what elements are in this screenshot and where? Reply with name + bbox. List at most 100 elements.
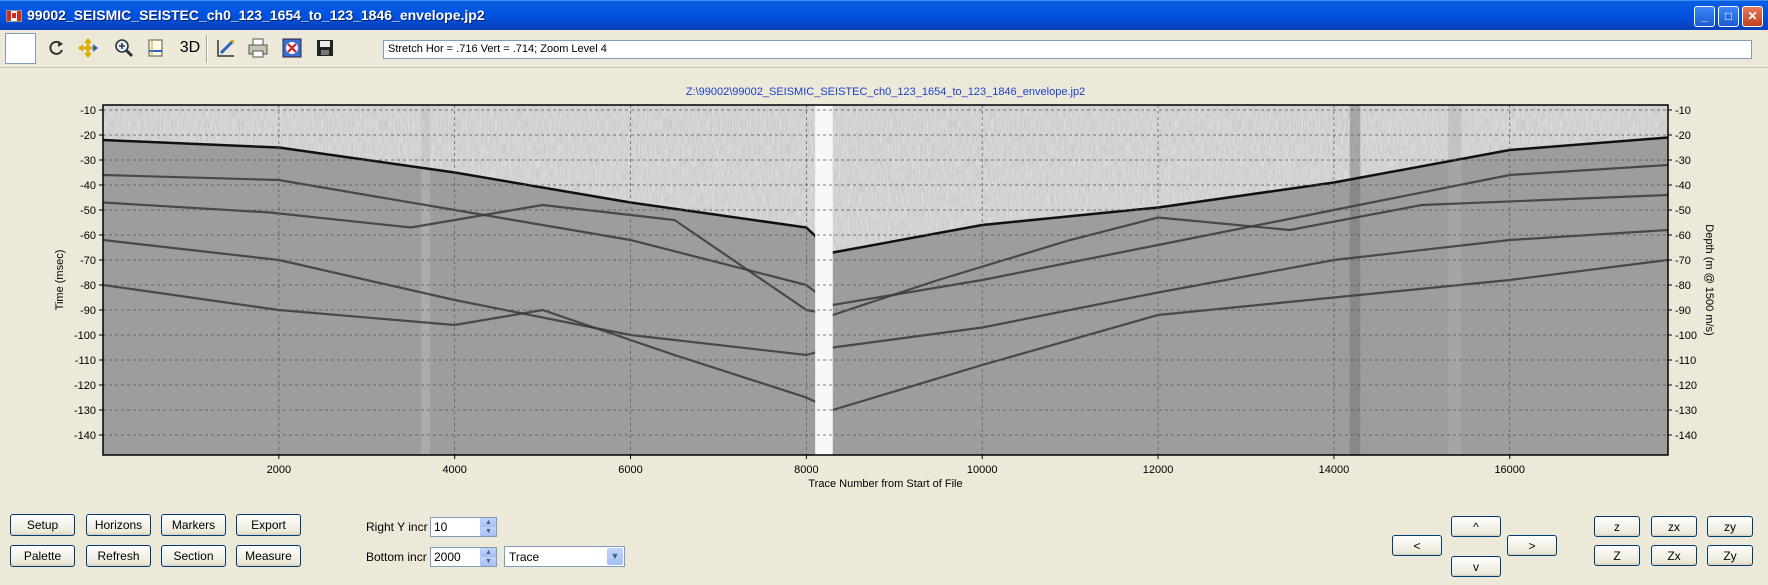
- stepper-down-icon[interactable]: ▼: [480, 527, 496, 536]
- trace-band: [421, 105, 431, 455]
- y-tick-label: -90: [80, 305, 96, 317]
- y2-tick-label: -100: [1675, 330, 1697, 342]
- x-axis: 2000 4000 6000 8000 10000 12000 14000 16000: [267, 455, 1525, 476]
- trace-band: [1448, 105, 1462, 455]
- y-axis-left: -10 -20 -30 -40 -50 -60 -70 -80 -90 -100 -110 -120 -…: [74, 105, 103, 442]
- zoom-icon[interactable]: [112, 36, 136, 60]
- right-y-incr-value: 10: [434, 520, 448, 534]
- color-swatch[interactable]: [5, 33, 36, 64]
- y2-tick-label: -130: [1675, 405, 1697, 417]
- nav-left-button[interactable]: <: [1392, 535, 1442, 556]
- x-axis-label: Trace Number from Start of File: [808, 478, 962, 490]
- x-tick-label: 6000: [618, 464, 642, 476]
- y2-tick-label: -20: [1675, 130, 1691, 142]
- right-y-incr-stepper[interactable]: 10 ▲ ▼: [430, 517, 497, 537]
- horizons-button[interactable]: Horizons: [86, 514, 151, 536]
- nav-down-button[interactable]: v: [1451, 556, 1501, 577]
- setup-button[interactable]: Setup: [10, 514, 75, 536]
- y-tick-label: -100: [74, 330, 96, 342]
- zoom-Zx-button[interactable]: Zx: [1651, 545, 1697, 566]
- y2-tick-label: -90: [1675, 305, 1691, 317]
- pan-icon[interactable]: [76, 36, 100, 60]
- palette-button[interactable]: Palette: [10, 545, 75, 567]
- window-title: 99002_SEISMIC_SEISTEC_ch0_123_1654_to_12…: [27, 7, 485, 23]
- y-tick-label: -120: [74, 380, 96, 392]
- export-button[interactable]: Export: [236, 514, 301, 536]
- stepper-up-icon[interactable]: ▲: [480, 518, 496, 527]
- bottom-incr-value: 2000: [434, 550, 461, 564]
- toolbar: 3D Stretch Hor = .716 Vert = .714; Zoom …: [0, 30, 1768, 68]
- print-icon[interactable]: [246, 36, 270, 60]
- y2-tick-label: -10: [1675, 105, 1691, 117]
- y-tick-label: -30: [80, 155, 96, 167]
- title-bar: 99002_SEISMIC_SEISTEC_ch0_123_1654_to_12…: [0, 0, 1768, 30]
- refresh-button[interactable]: Refresh: [86, 545, 151, 567]
- y2-tick-label: -80: [1675, 280, 1691, 292]
- y2-tick-label: -40: [1675, 180, 1691, 192]
- y2-tick-label: -120: [1675, 380, 1697, 392]
- data-gap: [815, 105, 833, 455]
- noise-texture: [103, 105, 1668, 455]
- minimize-button[interactable]: _: [1694, 6, 1715, 27]
- x-tick-label: 12000: [1143, 464, 1174, 476]
- right-y-incr-label: Right Y incr: [366, 520, 428, 534]
- y2-tick-label: -50: [1675, 205, 1691, 217]
- stepper-down-icon[interactable]: ▼: [480, 557, 496, 566]
- chart-title: Z:\99002\99002_SEISMIC_SEISTEC_ch0_123_1…: [686, 86, 1085, 98]
- y2-tick-label: -60: [1675, 230, 1691, 242]
- y2-tick-label: -110: [1675, 355, 1696, 367]
- zoom-z-button[interactable]: z: [1594, 516, 1640, 537]
- y2-tick-label: -140: [1675, 430, 1697, 442]
- x-tick-label: 16000: [1494, 464, 1525, 476]
- trace-band: [1349, 105, 1361, 455]
- y-tick-label: -20: [80, 130, 96, 142]
- close-button[interactable]: ✕: [1742, 6, 1763, 27]
- y-axis-right: -10 -20 -30 -40 -50 -60 -70 -80 -90 -100 -110 -120 -…: [1668, 105, 1697, 442]
- refresh-icon[interactable]: [44, 36, 68, 60]
- y-axis-label: Time (msec): [54, 250, 66, 311]
- toolbar-separator: [206, 35, 208, 63]
- zoom-zx-button[interactable]: zx: [1651, 516, 1697, 537]
- bottom-incr-stepper[interactable]: 2000 ▲ ▼: [430, 547, 497, 567]
- maximize-button[interactable]: □: [1718, 6, 1739, 27]
- y2-axis-label: Depth (m @ 1500 m/s): [1703, 224, 1715, 335]
- chevron-down-icon[interactable]: ▼: [607, 548, 623, 565]
- y-tick-label: -10: [80, 105, 96, 117]
- seismic-chart-panel: Z:\99002\99002_SEISMIC_SEISTEC_ch0_123_1…: [5, 69, 1763, 508]
- image-icon[interactable]: [280, 36, 304, 60]
- bottom-incr-label: Bottom incr: [366, 550, 427, 564]
- nav-up-button[interactable]: ^: [1451, 516, 1501, 537]
- nav-right-button[interactable]: >: [1507, 535, 1557, 556]
- zoom-zy-button[interactable]: zy: [1707, 516, 1753, 537]
- canada-flag-icon: [6, 10, 22, 22]
- draw-icon[interactable]: [214, 36, 238, 60]
- markers-button[interactable]: Markers: [161, 514, 226, 536]
- x-tick-label: 10000: [967, 464, 998, 476]
- axis-mode-value: Trace: [509, 550, 540, 564]
- x-tick-label: 8000: [794, 464, 818, 476]
- stepper-up-icon[interactable]: ▲: [480, 548, 496, 557]
- y-tick-label: -130: [74, 405, 96, 417]
- page-icon[interactable]: [144, 36, 168, 60]
- 3d-button[interactable]: 3D: [178, 36, 202, 60]
- y-tick-label: -40: [80, 180, 96, 192]
- x-tick-label: 2000: [267, 464, 291, 476]
- zoom-Z-button[interactable]: Z: [1594, 545, 1640, 566]
- y2-tick-label: -30: [1675, 155, 1691, 167]
- status-field: Stretch Hor = .716 Vert = .714; Zoom Lev…: [383, 40, 1752, 59]
- x-tick-label: 14000: [1319, 464, 1350, 476]
- y-tick-label: -140: [74, 430, 96, 442]
- axis-mode-select[interactable]: Trace ▼: [504, 546, 625, 567]
- zoom-Zy-button[interactable]: Zy: [1707, 545, 1753, 566]
- save-icon[interactable]: [313, 36, 337, 60]
- section-button[interactable]: Section: [161, 545, 226, 567]
- plot-image: [103, 105, 1668, 455]
- y2-tick-label: -70: [1675, 255, 1691, 267]
- y-tick-label: -60: [80, 230, 96, 242]
- y-tick-label: -70: [80, 255, 96, 267]
- y-tick-label: -50: [80, 205, 96, 217]
- measure-button[interactable]: Measure: [236, 545, 301, 567]
- seismic-chart[interactable]: Z:\99002\99002_SEISMIC_SEISTEC_ch0_123_1…: [5, 69, 1763, 508]
- y-tick-label: -80: [80, 280, 96, 292]
- x-tick-label: 4000: [442, 464, 466, 476]
